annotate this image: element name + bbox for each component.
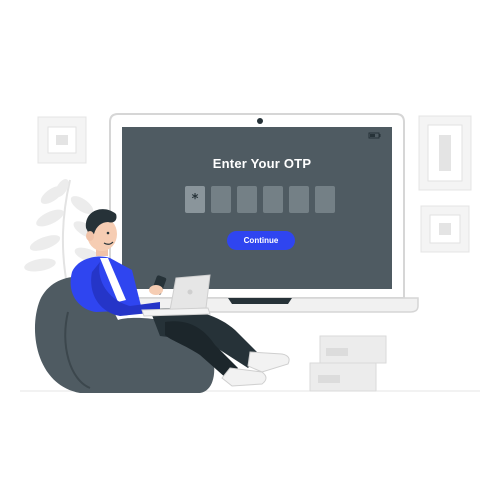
storage-boxes <box>309 335 387 392</box>
picture-frame-small <box>420 205 470 253</box>
otp-digit-input[interactable] <box>237 186 257 213</box>
otp-digit-input[interactable] <box>315 186 335 213</box>
otp-digit-input[interactable]: * <box>185 186 205 213</box>
picture-frame-icon <box>37 116 87 164</box>
otp-digit-input[interactable] <box>263 186 283 213</box>
picture-frame-tall <box>418 115 472 191</box>
camera-icon <box>257 118 263 124</box>
continue-button[interactable]: Continue <box>227 231 295 250</box>
otp-input-group[interactable]: * <box>185 186 335 213</box>
otp-digit-input[interactable] <box>211 186 231 213</box>
illustration-scene <box>20 113 480 393</box>
otp-digit-input[interactable] <box>289 186 309 213</box>
otp-title: Enter Your OTP <box>212 156 312 171</box>
laptop-large <box>89 113 419 313</box>
